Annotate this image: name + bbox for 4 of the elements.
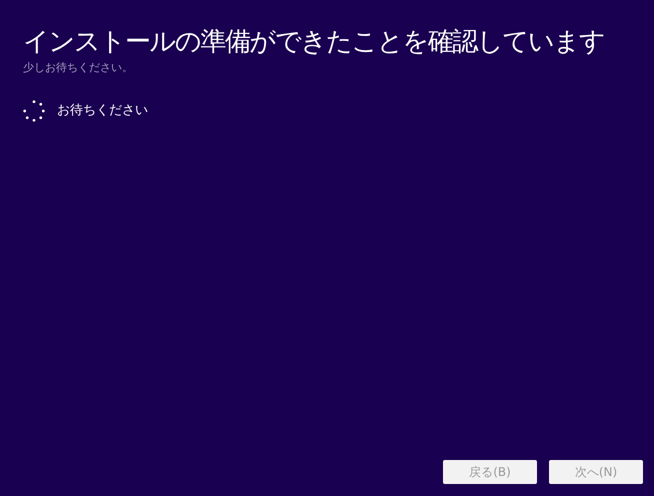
status-text: お待ちください [57, 102, 148, 120]
subtitle: 少しお待ちください。 [23, 61, 134, 75]
page-title: インストールの準備ができたことを確認しています [23, 26, 604, 59]
spinner-icon [23, 100, 45, 122]
